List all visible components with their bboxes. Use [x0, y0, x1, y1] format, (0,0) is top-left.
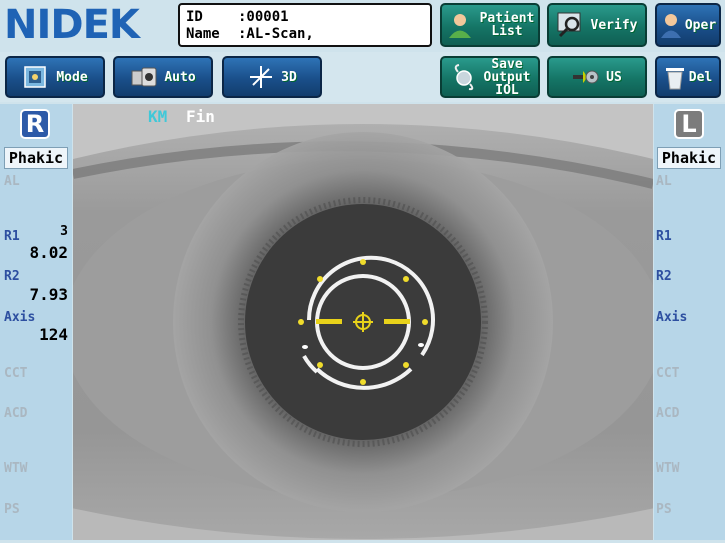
patient-icon — [448, 14, 471, 38]
us-button[interactable]: US — [547, 56, 647, 98]
left-r1-label: R1 — [656, 229, 672, 244]
left-cct-label: CCT — [656, 366, 680, 381]
fin-status: Fin — [186, 107, 215, 126]
left-wtw-label: WTW — [656, 461, 680, 476]
verify-label: Verify — [590, 17, 638, 33]
us-label: US — [606, 69, 622, 85]
right-r2-value: 7.93 — [29, 285, 68, 304]
move-arrows-icon — [250, 66, 273, 88]
right-axis-label: Axis — [4, 310, 36, 325]
operator-icon — [660, 14, 681, 38]
left-lens-status[interactable]: Phakic — [657, 147, 721, 169]
left-ps-label: PS — [656, 502, 672, 517]
delete-button[interactable]: Del — [655, 56, 721, 98]
oper-label: Oper — [684, 17, 717, 33]
magnifier-icon — [557, 12, 581, 38]
mode-button[interactable]: Mode — [5, 56, 105, 98]
patient-info-box: ID :00001 Name :AL-Scan, — [178, 3, 432, 47]
left-eye-panel: L Phakic AL R1 R2 Axis CCT ACD WTW PS — [654, 104, 725, 540]
mode-label: Mode — [56, 69, 88, 85]
patient-list-button[interactable]: Patient List — [440, 3, 540, 47]
km-status: KM — [148, 107, 168, 126]
save-output-line3: IOL — [495, 82, 519, 98]
3d-label: 3D — [281, 69, 297, 85]
right-ps-label: PS — [4, 502, 20, 517]
right-cct-label: CCT — [4, 366, 28, 381]
delete-label: Del — [688, 69, 713, 85]
patient-name-value: :AL-Scan, — [238, 26, 314, 42]
patient-name-label: Name — [186, 26, 220, 42]
eye-image — [73, 104, 653, 540]
trash-icon — [665, 68, 684, 90]
save-output-line2: Output — [483, 69, 531, 85]
verify-button[interactable]: Verify — [547, 3, 647, 47]
ultrasound-probe-icon — [573, 70, 599, 84]
right-lens-status[interactable]: Phakic — [4, 147, 68, 169]
oper-button[interactable]: Oper — [655, 3, 721, 47]
right-r1-count: 3 — [60, 224, 68, 239]
right-eye-panel: R Phakic AL R1 3 8.02 R2 7.93 Axis 124 C… — [0, 104, 72, 540]
right-acd-label: ACD — [4, 406, 28, 421]
right-eye-badge[interactable]: R — [20, 109, 50, 139]
left-acd-label: ACD — [656, 406, 680, 421]
auto-button[interactable]: Auto — [113, 56, 213, 98]
camera-icon — [131, 67, 157, 87]
save-output-line1: Save — [491, 56, 523, 72]
right-al-label: AL — [4, 174, 20, 189]
right-r1-label: R1 — [4, 229, 20, 244]
right-r2-label: R2 — [4, 269, 20, 284]
patient-id-value: :00001 — [238, 9, 289, 25]
right-r1-value: 8.02 — [29, 243, 68, 262]
left-al-label: AL — [656, 174, 672, 189]
mode-icon — [24, 66, 47, 88]
right-axis-value: 124 — [39, 325, 68, 344]
eye-camera-view[interactable] — [73, 104, 653, 540]
left-axis-label: Axis — [656, 310, 688, 325]
right-wtw-label: WTW — [4, 461, 28, 476]
patient-list-line2: List — [491, 24, 523, 39]
3d-button[interactable]: 3D — [222, 56, 322, 98]
patient-id-label: ID — [186, 9, 203, 25]
save-output-iol-button[interactable]: Save Output IOL — [440, 56, 540, 98]
iol-icon — [454, 64, 473, 91]
left-eye-badge[interactable]: L — [674, 109, 704, 139]
left-r2-label: R2 — [656, 269, 672, 284]
nidek-logo: NIDEK — [4, 2, 140, 48]
auto-label: Auto — [164, 69, 196, 85]
